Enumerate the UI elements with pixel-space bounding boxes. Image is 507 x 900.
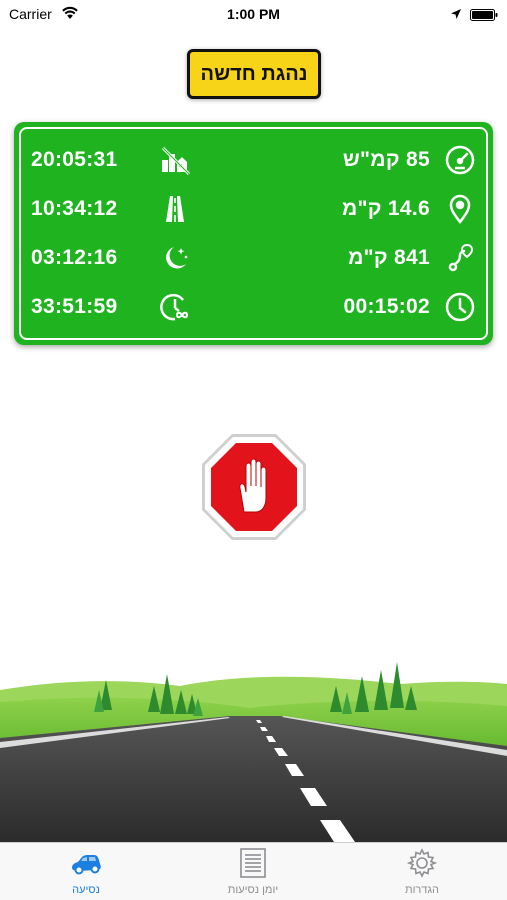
- stat-total-distance: 841 ק"מ: [286, 240, 476, 276]
- new-driver-sign: נהגת חדשה: [187, 49, 321, 99]
- tab-trip-log[interactable]: יומן נסיעות: [193, 843, 313, 900]
- night-icon: [159, 242, 191, 274]
- route-icon: [444, 242, 476, 274]
- speedometer-icon: [444, 144, 476, 176]
- new-driver-label: נהגת חדשה: [200, 62, 308, 85]
- stat-value: 841 ק"מ: [348, 246, 430, 269]
- stat-speed: 85 קמ"ש: [286, 142, 476, 178]
- tab-drive[interactable]: נסיעה: [26, 843, 146, 900]
- gear-icon: [406, 848, 438, 878]
- stat-distance: 14.6 ק"מ: [286, 191, 476, 227]
- tab-label: יומן נסיעות: [227, 884, 279, 896]
- highway-icon: [159, 193, 191, 225]
- clock-icon: [444, 291, 476, 323]
- battery-icon: [470, 8, 498, 21]
- stop-trip-button[interactable]: [200, 432, 308, 542]
- stat-value: 33:51:59: [31, 295, 118, 318]
- stat-value: 85 קמ"ש: [342, 148, 430, 171]
- status-bar: Carrier 1:00 PM: [0, 0, 507, 28]
- status-time: 1:00 PM: [227, 6, 280, 22]
- trip-stats-panel: 20:05:31 85 קמ"ש 10:34:12 14.6 ק"מ 03:12…: [14, 122, 493, 345]
- stat-highway-time: 10:34:12: [31, 191, 191, 227]
- stat-value: 00:15:02: [343, 295, 430, 318]
- stat-total-time: 33:51:59: [31, 289, 191, 325]
- stat-trip-time: 00:15:02: [286, 289, 476, 325]
- stat-value: 14.6 ק"מ: [341, 197, 430, 220]
- road-landscape-image: [0, 650, 507, 842]
- stat-value: 03:12:16: [31, 246, 118, 269]
- tab-bar: הגדרות יומן נסיעות נסיעה: [0, 842, 507, 900]
- stop-hand-icon: [202, 434, 306, 540]
- tab-label: נסיעה: [72, 884, 100, 896]
- list-icon: [237, 848, 269, 878]
- stat-outside-city-time: 20:05:31: [31, 142, 191, 178]
- car-icon: [70, 848, 102, 878]
- location-pin-icon: [444, 193, 476, 225]
- no-city-icon: [159, 144, 191, 176]
- total-time-icon: [159, 291, 191, 323]
- tab-settings[interactable]: הגדרות: [362, 843, 482, 900]
- stat-value: 20:05:31: [31, 148, 118, 171]
- stat-value: 10:34:12: [31, 197, 118, 220]
- location-arrow-icon: [450, 7, 462, 19]
- stat-night-time: 03:12:16: [31, 240, 191, 276]
- tab-label: הגדרות: [404, 884, 440, 896]
